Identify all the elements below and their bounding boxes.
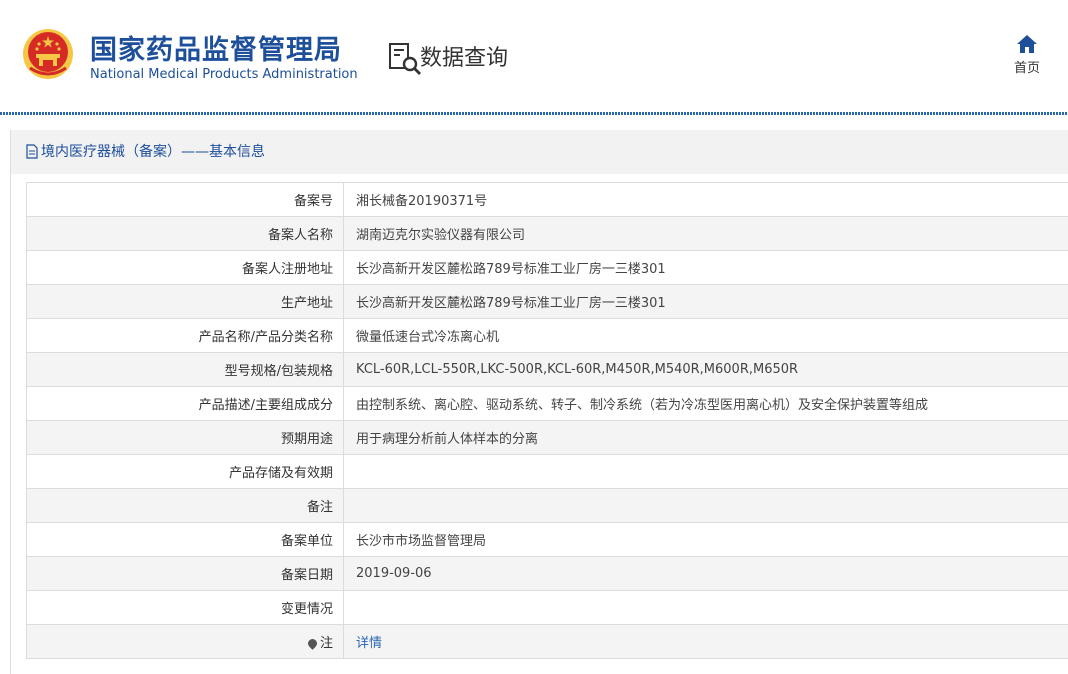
row-value: 用于病理分析前人体样本的分离 — [343, 420, 1068, 455]
row-label: 产品存储及有效期 — [26, 454, 344, 489]
row-label: 产品描述/主要组成成分 — [26, 386, 344, 421]
table-row: 备注 — [26, 488, 1068, 523]
note-label: 注 — [319, 636, 333, 651]
section-title: 数据查询 — [420, 46, 509, 71]
row-value: 湖南迈克尔实验仪器有限公司 — [343, 216, 1068, 251]
details-link[interactable]: 详情 — [356, 636, 382, 651]
panel-title: 境内医疗器械（备案）——基本信息 — [11, 130, 1068, 174]
row-value — [343, 488, 1068, 523]
row-value: 长沙高新开发区麓松路789号标准工业厂房一三楼301 — [343, 284, 1068, 319]
document-icon — [26, 144, 38, 159]
row-label: 备案单位 — [26, 522, 344, 557]
table-row: 产品名称/产品分类名称 微量低速台式冷冻离心机 — [26, 318, 1068, 353]
row-label: 预期用途 — [26, 420, 344, 455]
table-row: 变更情况 — [26, 590, 1068, 625]
row-value: KCL-60R,LCL-550R,LKC-500R,KCL-60R,M450R,… — [343, 352, 1068, 387]
org-name-en: National Medical Products Administration — [90, 67, 358, 82]
row-label: 备案日期 — [26, 556, 344, 591]
home-label: 首页 — [1013, 61, 1040, 76]
row-value: 详情 — [343, 624, 1068, 659]
row-label: 备注 — [26, 488, 344, 523]
table-row: 备案人注册地址 长沙高新开发区麓松路789号标准工业厂房一三楼301 — [26, 250, 1068, 285]
row-value: 由控制系统、离心腔、驱动系统、转子、制冷系统（若为冷冻型医用离心机）及安全保护装… — [343, 386, 1068, 421]
row-value: 微量低速台式冷冻离心机 — [343, 318, 1068, 353]
table-row: 型号规格/包装规格 KCL-60R,LCL-550R,LKC-500R,KCL-… — [26, 352, 1068, 387]
row-value: 2019-09-06 — [343, 556, 1068, 591]
panel-title-text: 境内医疗器械（备案）——基本信息 — [41, 144, 265, 160]
table-row: 备案人名称 湖南迈克尔实验仪器有限公司 — [26, 216, 1068, 251]
table-row: 生产地址 长沙高新开发区麓松路789号标准工业厂房一三楼301 — [26, 284, 1068, 319]
table-row: 预期用途 用于病理分析前人体样本的分离 — [26, 420, 1068, 455]
row-label: 变更情况 — [26, 590, 344, 625]
row-value: 长沙市市场监督管理局 — [343, 522, 1068, 557]
info-panel: 境内医疗器械（备案）——基本信息 备案号 湘长械备20190371号 备案人名称… — [10, 130, 1068, 674]
table-row: 注 详情 — [26, 624, 1068, 659]
table-row: 备案号 湘长械备20190371号 — [26, 182, 1068, 217]
row-label: 型号规格/包装规格 — [26, 352, 344, 387]
header-divider — [0, 112, 1068, 115]
document-search-icon — [389, 43, 421, 75]
table-row: 备案单位 长沙市市场监督管理局 — [26, 522, 1068, 557]
info-table: 备案号 湘长械备20190371号 备案人名称 湖南迈克尔实验仪器有限公司 备案… — [26, 182, 1068, 659]
table-row: 产品描述/主要组成成分 由控制系统、离心腔、驱动系统、转子、制冷系统（若为冷冻型… — [26, 386, 1068, 421]
row-label-note: 注 — [26, 624, 344, 659]
row-label: 生产地址 — [26, 284, 344, 319]
row-value — [343, 590, 1068, 625]
row-label: 产品名称/产品分类名称 — [26, 318, 344, 353]
row-value: 长沙高新开发区麓松路789号标准工业厂房一三楼301 — [343, 250, 1068, 285]
row-label: 备案人注册地址 — [26, 250, 344, 285]
national-emblem-icon — [23, 29, 73, 79]
home-link[interactable]: 首页 — [1008, 34, 1046, 76]
site-header: 国家药品监督管理局 National Medical Products Admi… — [0, 0, 1068, 113]
org-name-cn: 国家药品监督管理局 — [90, 35, 342, 66]
table-row: 产品存储及有效期 — [26, 454, 1068, 489]
pin-icon — [306, 637, 319, 650]
row-value: 湘长械备20190371号 — [343, 182, 1068, 217]
table-row: 备案日期 2019-09-06 — [26, 556, 1068, 591]
info-content: 备案号 湘长械备20190371号 备案人名称 湖南迈克尔实验仪器有限公司 备案… — [11, 174, 1068, 674]
row-label: 备案号 — [26, 182, 344, 217]
home-icon — [1017, 35, 1037, 53]
row-value — [343, 454, 1068, 489]
row-label: 备案人名称 — [26, 216, 344, 251]
